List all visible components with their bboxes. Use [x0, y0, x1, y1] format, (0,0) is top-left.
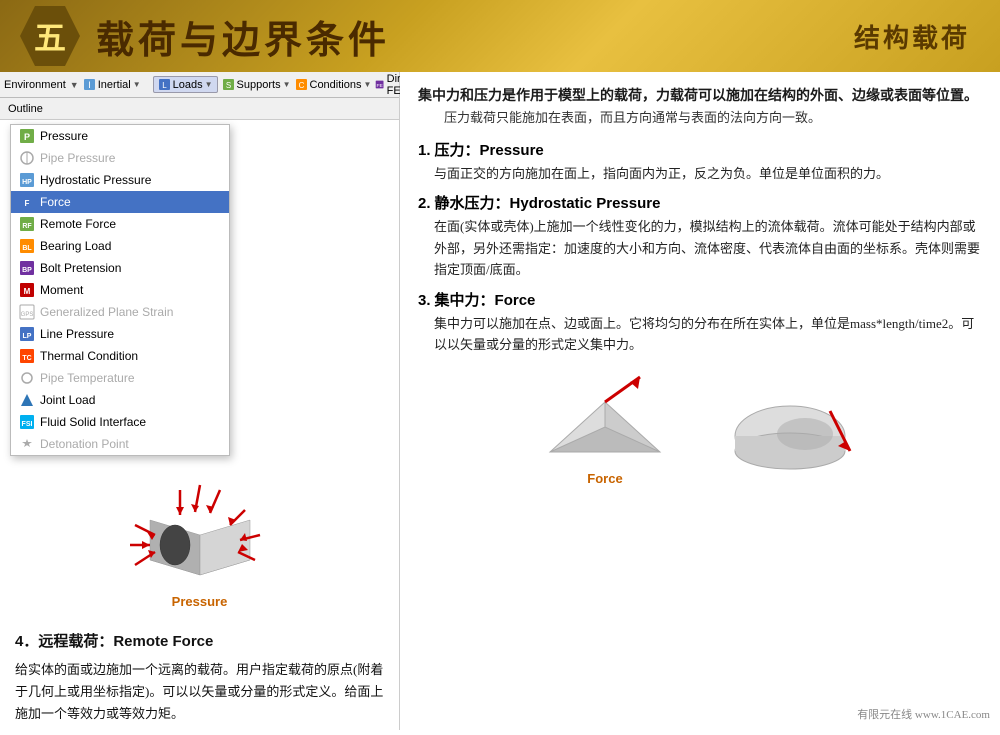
watermark: 有限元在线 www.1CAE.com — [857, 706, 990, 722]
section-2-body: 在面(实体或壳体)上施加一个线性变化的力，模拟结构上的流体载荷。流体可能处于结构… — [434, 216, 982, 280]
menu-item-bearing-load[interactable]: BL Bearing Load — [11, 235, 229, 257]
section-1-title: 1.压力：Pressure — [418, 139, 982, 160]
pipe-temp-icon — [19, 370, 35, 386]
left-section-body: 给实体的面或边施加一个远离的载荷。用户指定载荷的原点(附着于几何上或用坐标指定)… — [15, 659, 384, 725]
menu-item-detonation[interactable]: Detonation Point — [11, 433, 229, 455]
menu-item-bolt-pretension[interactable]: BP Bolt Pretension — [11, 257, 229, 279]
section-3-title: 3.集中力：Force — [418, 289, 982, 310]
main-content: Environment ▼ I Inertial ▼ L Loads ▼ S S… — [0, 72, 1000, 730]
menu-item-pipe-temp[interactable]: Pipe Temperature — [11, 367, 229, 389]
svg-text:FSI: FSI — [22, 421, 33, 428]
menu-item-pressure[interactable]: P Pressure — [11, 125, 229, 147]
menu-item-fluid-solid[interactable]: FSI Fluid Solid Interface — [11, 411, 229, 433]
svg-text:BP: BP — [22, 267, 32, 274]
toolbar: Environment ▼ I Inertial ▼ L Loads ▼ S S… — [0, 72, 399, 98]
svg-text:F: F — [25, 199, 30, 208]
force-diagrams: Force — [418, 367, 982, 486]
menu-item-force[interactable]: F Force — [11, 191, 229, 213]
intro-block: 集中力和压力是作用于模型上的载荷，力载荷可以施加在结构的外面、边缘或表面等位置。… — [418, 86, 982, 131]
hydrostatic-icon: HP — [19, 172, 35, 188]
moment-icon: M — [19, 282, 35, 298]
joint-load-icon — [19, 392, 35, 408]
gps-icon: GPS — [19, 304, 35, 320]
svg-text:HP: HP — [22, 179, 32, 186]
svg-text:TC: TC — [22, 355, 31, 362]
svg-text:I: I — [88, 80, 91, 90]
menu-item-moment[interactable]: M Moment — [11, 279, 229, 301]
force-icon: F — [19, 194, 35, 210]
force-label-left: Force — [587, 471, 622, 486]
header: 五 载荷与边界条件 结构载荷 — [0, 0, 1000, 72]
pressure-diagram — [120, 470, 280, 590]
svg-text:C: C — [298, 81, 304, 90]
svg-text:S: S — [225, 81, 230, 90]
line-pressure-icon: LP — [19, 326, 35, 342]
loads-btn[interactable]: L Loads ▼ — [153, 76, 218, 93]
detonation-icon — [19, 436, 35, 452]
menu-item-remote-force[interactable]: RF Remote Force — [11, 213, 229, 235]
menu-item-thermal[interactable]: TC Thermal Condition — [11, 345, 229, 367]
svg-text:FE: FE — [377, 83, 384, 89]
svg-text:GPS: GPS — [21, 312, 34, 318]
force-diagram-left: Force — [530, 367, 680, 486]
svg-text:BL: BL — [22, 245, 32, 252]
conditions-btn[interactable]: C Conditions ▼ — [295, 78, 372, 91]
menu-item-gps[interactable]: GPS Generalized Plane Strain — [11, 301, 229, 323]
left-section-title: 4．远程载荷：Remote Force — [15, 629, 384, 655]
dropdown-area: P Pressure Pipe Pressure HP Hydros — [0, 120, 399, 460]
svg-text:L: L — [162, 81, 167, 90]
menu-item-pipe-pressure[interactable]: Pipe Pressure — [11, 147, 229, 169]
left-panel: Environment ▼ I Inertial ▼ L Loads ▼ S S… — [0, 72, 400, 730]
intro-bold-text: 集中力和压力是作用于模型上的载荷，力载荷可以施加在结构的外面、边缘或表面等位置。 — [418, 89, 978, 104]
supports-btn[interactable]: S Supports ▼ — [222, 78, 291, 91]
menu-item-line-pressure[interactable]: LP Line Pressure — [11, 323, 229, 345]
thermal-icon: TC — [19, 348, 35, 364]
section-1-body: 与面正交的方向施加在面上，指向面内为正，反之为负。单位是单位面积的力。 — [434, 163, 982, 184]
bearing-load-icon: BL — [19, 238, 35, 254]
intro-normal-text: 压力载荷只能施加在表面，而且方向通常与表面的法向方向一致。 — [444, 110, 821, 125]
header-number: 五 — [20, 6, 80, 66]
environment-btn[interactable]: Environment — [4, 79, 66, 91]
force-diagram-right — [710, 386, 870, 486]
left-text-section: 4．远程载荷：Remote Force 给实体的面或边施加一个远离的载荷。用户指… — [0, 619, 399, 735]
svg-text:M: M — [24, 287, 31, 296]
remote-force-icon: RF — [19, 216, 35, 232]
right-panel: 集中力和压力是作用于模型上的载荷，力载荷可以施加在结构的外面、边缘或表面等位置。… — [400, 72, 1000, 730]
header-title: 载荷与边界条件 — [96, 9, 390, 64]
fluid-solid-icon: FSI — [19, 414, 35, 430]
menu-item-joint-load[interactable]: Joint Load — [11, 389, 229, 411]
inertial-btn[interactable]: I Inertial ▼ — [83, 78, 141, 91]
bolt-icon: BP — [19, 260, 35, 276]
force-svg-left — [530, 367, 680, 467]
left-image-area: Pressure — [0, 460, 399, 619]
section-2-title: 2.静水压力：Hydrostatic Pressure — [418, 192, 982, 213]
svg-text:P: P — [24, 132, 30, 142]
svg-text:RF: RF — [22, 223, 32, 230]
svg-text:LP: LP — [23, 333, 32, 340]
section-3-body: 集中力可以施加在点、边或面上。它将均匀的分布在所在实体上，单位是mass*len… — [434, 313, 982, 356]
menu-item-hydrostatic[interactable]: HP Hydrostatic Pressure — [11, 169, 229, 191]
pressure-label: Pressure — [172, 594, 228, 609]
pressure-icon: P — [19, 128, 35, 144]
header-subtitle: 结构载荷 — [854, 18, 970, 55]
force-svg-right — [710, 386, 870, 486]
pipe-pressure-icon — [19, 150, 35, 166]
outline-label: Outline — [0, 98, 399, 120]
loads-menu: P Pressure Pipe Pressure HP Hydros — [10, 124, 230, 456]
